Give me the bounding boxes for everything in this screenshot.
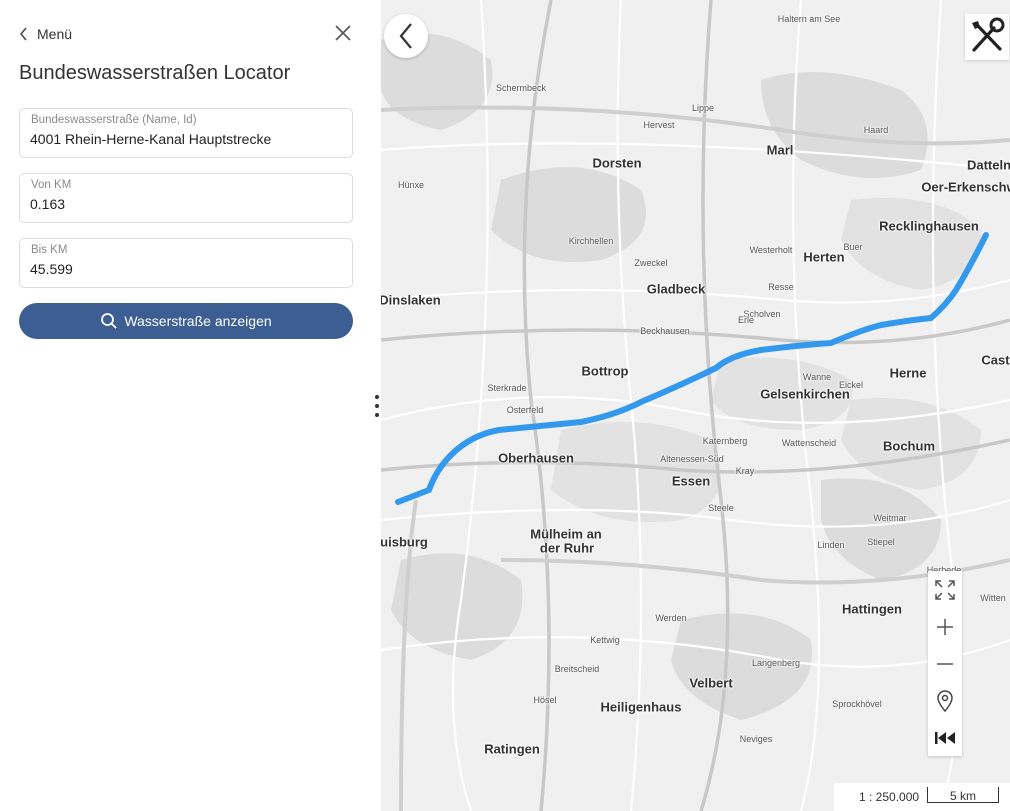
place-label: Oer-Erkenschw [921, 179, 1010, 195]
place-label: Marl [766, 142, 794, 158]
place-label: Bottrop [581, 363, 629, 379]
scale-line: 5 km [927, 787, 999, 803]
locate-button[interactable] [928, 682, 962, 719]
place-label: Weitmar [873, 513, 907, 523]
place-label: Langenberg [751, 658, 801, 668]
place-label: Werden [655, 613, 687, 623]
place-label: Dinslaken [381, 292, 441, 308]
place-label: Resse [768, 282, 794, 292]
place-label: Eickel [838, 380, 864, 390]
place-label: Gladbeck [646, 281, 706, 297]
wasserstrasse-input[interactable] [30, 131, 340, 147]
minus-icon [937, 662, 953, 665]
fullscreen-button[interactable] [928, 571, 962, 608]
place-label: Sterkrade [487, 383, 527, 393]
place-label: Velbert [689, 675, 733, 691]
zoom-out-button[interactable] [928, 645, 962, 682]
place-label: Buer [843, 242, 863, 252]
scale-ratio: 1 : 250.000 [859, 790, 920, 804]
wasserstrasse-field[interactable]: Bundeswasserstraße (Name, Id) [19, 108, 353, 158]
place-label: Wattenscheid [781, 438, 837, 448]
place-label: Hattingen [842, 601, 902, 617]
bis-km-label: Bis KM [31, 244, 68, 256]
place-label: Bochum [883, 438, 935, 454]
place-label: Erle [737, 315, 755, 325]
place-label: Heiligenhaus [600, 699, 682, 715]
bis-km-field[interactable]: Bis KM [19, 238, 353, 288]
menu-label: Menü [37, 26, 73, 42]
place-label: Zweckel [634, 258, 668, 268]
locator-panel: Menü Bundeswasserstraßen Locator Bundesw… [0, 0, 381, 811]
place-label: Haltern am See [777, 14, 841, 24]
plus-icon [937, 618, 953, 635]
place-label: Ratingen [484, 741, 540, 757]
place-label: der Ruhr [539, 540, 595, 556]
chevron-left-icon [399, 23, 412, 49]
location-pin-icon [937, 689, 953, 712]
place-label: Kray [735, 466, 755, 476]
place-label: Mülheim an [530, 526, 602, 542]
close-icon [335, 25, 351, 41]
place-label: Beckhausen [640, 326, 690, 336]
zoom-in-button[interactable] [928, 608, 962, 645]
place-label: Hünxe [397, 180, 425, 190]
skip-back-icon [935, 731, 955, 744]
reset-view-button[interactable] [928, 719, 962, 756]
place-label: Castr [981, 352, 1010, 368]
von-km-label: Von KM [31, 179, 72, 191]
chevron-left-icon [20, 27, 27, 41]
place-label: Kirchhellen [568, 236, 614, 246]
show-waterway-button[interactable]: Wasserstraße anzeigen [19, 303, 353, 339]
search-icon [101, 313, 117, 329]
place-label: Sprockhövel [832, 699, 882, 709]
place-label: Lippe [691, 103, 715, 113]
map-tools-button[interactable] [965, 14, 1009, 60]
place-label: Osterfeld [506, 405, 544, 415]
map-controls [928, 571, 962, 756]
place-label: Herne [889, 365, 927, 381]
place-label: Wanne [802, 372, 832, 382]
place-label: Oberhausen [498, 450, 574, 466]
place-label: Schermbeck [495, 83, 547, 93]
place-label: Herten [803, 249, 845, 265]
place-label: Haard [863, 125, 889, 135]
place-label: Kettwig [590, 635, 620, 645]
place-label: Linden [817, 540, 845, 550]
close-button[interactable] [332, 22, 354, 44]
map-back-button[interactable] [384, 14, 428, 58]
place-label: Dorsten [592, 155, 642, 171]
place-label: Altenessen-Süd [660, 454, 724, 464]
place-label: Westerholt [749, 245, 793, 255]
place-label: Stiepel [867, 537, 895, 547]
place-label: Hervest [643, 120, 675, 130]
place-label: Datteln [966, 157, 1010, 173]
panel-resize-handle[interactable] [373, 393, 381, 419]
place-label: Katernberg [702, 436, 748, 446]
tools-icon [972, 17, 1005, 52]
place-label: Essen [671, 473, 711, 489]
panel-title: Bundeswasserstraßen Locator [19, 62, 291, 84]
place-label: Steele [708, 503, 734, 513]
place-label: Neviges [739, 734, 773, 744]
scale-distance: 5 km [949, 789, 976, 803]
place-label: Gelsenkirchen [760, 386, 850, 402]
von-km-field[interactable]: Von KM [19, 173, 353, 223]
expand-icon [935, 579, 955, 600]
bis-km-input[interactable] [30, 261, 340, 277]
place-label: Witten [980, 593, 1006, 603]
wasserstrasse-label: Bundeswasserstraße (Name, Id) [31, 114, 197, 126]
place-label: Breitscheid [554, 664, 600, 674]
place-label: uisburg [381, 534, 428, 550]
show-waterway-label: Wasserstraße anzeigen [124, 313, 272, 329]
map-scale: 1 : 250.000 5 km [834, 783, 1010, 811]
place-label: Hösel [533, 695, 557, 705]
map-view[interactable]: Dorsten Marl Recklinghausen Herten Gladb… [381, 0, 1010, 811]
von-km-input[interactable] [30, 196, 340, 212]
place-label: Recklinghausen [879, 218, 979, 234]
menu-back-link[interactable]: Menü [19, 25, 72, 43]
